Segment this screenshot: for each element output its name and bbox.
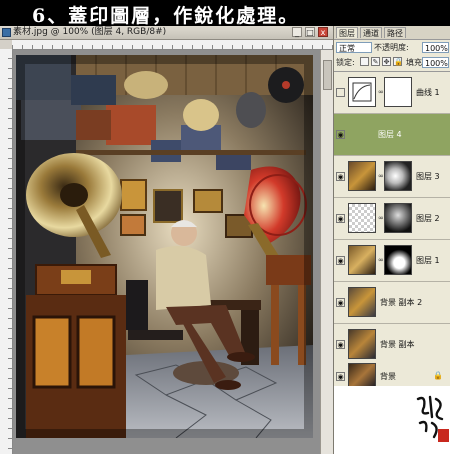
document-title-bar[interactable]: 素材.jpg @ 100% (图层 4, RGB/8#) _ □ x [0, 26, 333, 40]
lock-icon: 🔒 [433, 371, 443, 380]
layer-name[interactable]: 图层 3 [416, 171, 440, 182]
eye-icon[interactable]: ◉ [336, 172, 345, 181]
vertical-ruler[interactable] [0, 49, 13, 454]
mask-link-icon[interactable]: ∞ [378, 88, 384, 97]
visibility-toggle[interactable] [336, 88, 345, 97]
close-button[interactable]: x [318, 27, 328, 37]
transparent-layer-thumbnail [348, 203, 376, 233]
tab-layers[interactable]: 图层 [336, 27, 358, 38]
minimize-button[interactable]: _ [292, 27, 302, 37]
lock-row: 锁定: ✎ ✥ 🔒 填充: 100% [334, 56, 450, 69]
banner-text: 6、蓋印圖層，作銳化處理。 [32, 5, 300, 27]
instruction-banner: 6、蓋印圖層，作銳化處理。 [0, 0, 450, 27]
layer-name[interactable]: 背景 [380, 371, 396, 382]
fill-input[interactable]: 100% [422, 57, 449, 68]
horizontal-ruler[interactable] [12, 40, 333, 50]
vertical-scrollbar[interactable] [320, 50, 333, 454]
layer-row-layer2[interactable]: ◉ ∞ 图层 2 [334, 198, 450, 240]
layers-panel: 图层 通道 路径 正常 不透明度: 100% 锁定: ✎ ✥ 🔒 填充: 100… [333, 26, 450, 454]
mask-link-icon[interactable]: ∞ [378, 214, 384, 223]
layer-name[interactable]: 图层 1 [416, 255, 440, 266]
layer-thumbnail [348, 245, 376, 275]
maximize-button[interactable]: □ [305, 27, 315, 37]
layer-row-background-copy-2[interactable]: ◉ 背景 副本 2 [334, 282, 450, 324]
layer-name[interactable]: 图层 2 [416, 213, 440, 224]
lock-position-icon[interactable]: ✥ [382, 57, 391, 66]
eye-icon[interactable]: ◉ [336, 256, 345, 265]
layer-row-layer1[interactable]: ◉ ∞ 图层 1 [334, 240, 450, 282]
mask-link-icon[interactable]: ∞ [378, 172, 384, 181]
layer-row-background-copy[interactable]: ◉ 背景 副本 [334, 324, 450, 366]
layer-mask-thumbnail[interactable] [384, 203, 412, 233]
layer-thumbnail [348, 287, 376, 317]
tab-paths[interactable]: 路径 [384, 27, 406, 38]
eye-icon[interactable]: ◉ [336, 130, 345, 139]
document-title: 素材.jpg @ 100% (图层 4, RGB/8#) [13, 27, 167, 37]
layer-mask-thumbnail[interactable] [384, 161, 412, 191]
eye-icon[interactable]: ◉ [336, 340, 345, 349]
document-icon [2, 28, 11, 37]
opacity-input[interactable]: 100% [422, 42, 449, 53]
document-window: 素材.jpg @ 100% (图层 4, RGB/8#) _ □ x [0, 26, 333, 454]
eye-icon[interactable]: ◉ [336, 372, 345, 381]
layer-name[interactable]: 背景 副本 [380, 339, 415, 350]
curves-adjustment-icon [348, 77, 376, 107]
lock-transparency-icon[interactable] [360, 57, 369, 66]
layer-name[interactable]: 图层 4 [378, 129, 402, 140]
lock-pixels-icon[interactable]: ✎ [371, 57, 380, 66]
gramophone-room-photo [16, 55, 313, 438]
photo-canvas[interactable] [16, 55, 313, 438]
layer-name[interactable]: 背景 副本 2 [380, 297, 422, 308]
artist-signature-seal [416, 395, 449, 442]
mask-link-icon[interactable]: ∞ [378, 256, 384, 265]
tab-channels[interactable]: 通道 [360, 27, 382, 38]
canvas-area[interactable] [13, 50, 333, 454]
blend-row: 正常 不透明度: 100% [334, 41, 450, 54]
scrollbar-thumb[interactable] [323, 60, 332, 90]
layer-name[interactable]: 曲线 1 [416, 87, 440, 98]
eye-icon[interactable]: ◉ [336, 214, 345, 223]
layers-list: ∞ 曲线 1 ◉ 图层 4 ◉ ∞ 图层 3 ◉ ∞ 图层 2 ◉ ∞ 图层 1… [334, 71, 450, 384]
layer-thumbnail [348, 161, 376, 191]
layer-row-layer4[interactable]: ◉ 图层 4 [334, 114, 450, 156]
layer-row-layer3[interactable]: ◉ ∞ 图层 3 [334, 156, 450, 198]
panel-tabs: 图层 通道 路径 [334, 26, 450, 40]
lock-label: 锁定: [336, 58, 355, 67]
layer-row-curves[interactable]: ∞ 曲线 1 [334, 72, 450, 114]
eye-icon[interactable]: ◉ [336, 298, 345, 307]
layer-thumbnail [348, 329, 376, 359]
layer-mask-thumbnail[interactable] [384, 245, 412, 275]
opacity-label: 不透明度: [374, 43, 409, 52]
blend-mode-select[interactable]: 正常 [336, 42, 372, 53]
lock-all-icon[interactable]: 🔒 [393, 57, 403, 66]
layer-mask-thumbnail[interactable] [384, 77, 412, 107]
